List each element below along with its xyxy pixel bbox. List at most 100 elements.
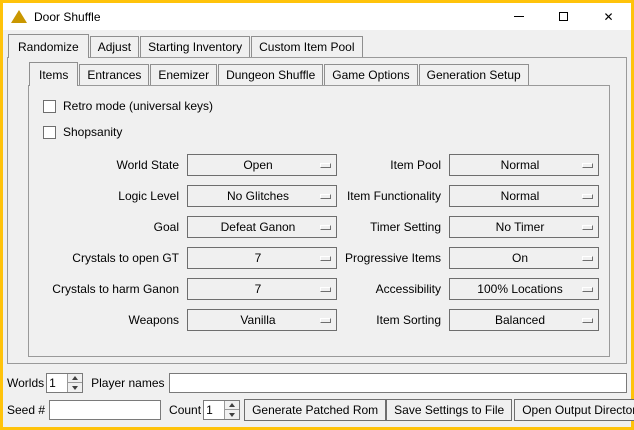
progressive-items-value: On: [450, 251, 598, 265]
timer-setting-value: No Timer: [450, 220, 598, 234]
count-up-arrow-icon[interactable]: [224, 401, 239, 410]
item-sorting-value: Balanced: [450, 313, 598, 327]
seed-row: Seed # Count Generate Patched Rom Save S…: [7, 399, 627, 421]
tab-custom-item-pool[interactable]: Custom Item Pool: [251, 36, 362, 57]
item-functionality-dropdown[interactable]: Normal: [449, 185, 599, 207]
weapons-dropdown[interactable]: Vanilla: [187, 309, 337, 331]
close-icon: ✕: [603, 11, 613, 23]
seed-label: Seed #: [7, 403, 45, 417]
item-pool-label: Item Pool: [337, 158, 449, 172]
save-settings-button[interactable]: Save Settings to File: [386, 399, 512, 421]
item-pool-value: Normal: [450, 158, 598, 172]
randomize-panel: Items Entrances Enemizer Dungeon Shuffle…: [7, 57, 627, 364]
worlds-spinbox[interactable]: [46, 373, 83, 393]
worlds-up-arrow-icon[interactable]: [67, 374, 82, 383]
sub-tab-bar: Items Entrances Enemizer Dungeon Shuffle…: [28, 62, 610, 85]
accessibility-value: 100% Locations: [450, 282, 598, 296]
weapons-value: Vanilla: [188, 313, 336, 327]
generate-patched-rom-button[interactable]: Generate Patched Rom: [244, 399, 386, 421]
item-functionality-label: Item Functionality: [337, 189, 449, 203]
accessibility-label: Accessibility: [337, 282, 449, 296]
count-down-arrow-icon[interactable]: [224, 410, 239, 419]
accessibility-dropdown[interactable]: 100% Locations: [449, 278, 599, 300]
item-pool-dropdown[interactable]: Normal: [449, 154, 599, 176]
goal-dropdown[interactable]: Defeat Ganon: [187, 216, 337, 238]
open-output-directory-button[interactable]: Open Output Directory: [514, 399, 634, 421]
shopsanity-checkbox[interactable]: Shopsanity: [43, 120, 601, 144]
shopsanity-checkbox-box[interactable]: [43, 126, 56, 139]
door-shuffle-window: Door Shuffle ✕ Randomize Adjust Starting…: [0, 0, 634, 430]
count-label: Count: [169, 403, 201, 417]
tab-enemizer[interactable]: Enemizer: [150, 64, 217, 85]
maximize-icon: [559, 12, 568, 21]
logic-level-label: Logic Level: [37, 189, 187, 203]
progressive-items-dropdown[interactable]: On: [449, 247, 599, 269]
world-state-value: Open: [188, 158, 336, 172]
dropdown-indicator-icon: [320, 287, 331, 292]
maximize-button[interactable]: [541, 3, 586, 30]
window-controls: ✕: [496, 3, 631, 30]
logic-level-dropdown[interactable]: No Glitches: [187, 185, 337, 207]
tab-game-options[interactable]: Game Options: [324, 64, 417, 85]
crystals-harm-ganon-dropdown[interactable]: 7: [187, 278, 337, 300]
tab-entrances[interactable]: Entrances: [79, 64, 149, 85]
tab-generation-setup[interactable]: Generation Setup: [419, 64, 529, 85]
progressive-items-label: Progressive Items: [337, 251, 449, 265]
count-spinbox[interactable]: [203, 400, 240, 420]
main-tab-bar: Randomize Adjust Starting Inventory Cust…: [7, 34, 627, 57]
dropdown-indicator-icon: [582, 194, 593, 199]
worlds-label: Worlds: [7, 376, 44, 390]
window-title: Door Shuffle: [34, 10, 101, 24]
crystals-open-gt-value: 7: [188, 251, 336, 265]
dropdown-indicator-icon: [582, 163, 593, 168]
timer-setting-label: Timer Setting: [337, 220, 449, 234]
goal-value: Defeat Ganon: [188, 220, 336, 234]
world-state-dropdown[interactable]: Open: [187, 154, 337, 176]
window-content: Randomize Adjust Starting Inventory Cust…: [3, 30, 631, 427]
world-state-label: World State: [37, 158, 187, 172]
count-input[interactable]: [204, 401, 224, 419]
close-button[interactable]: ✕: [586, 3, 631, 30]
timer-setting-dropdown[interactable]: No Timer: [449, 216, 599, 238]
goal-label: Goal: [37, 220, 187, 234]
worlds-spin-buttons: [67, 374, 82, 392]
crystals-harm-ganon-label: Crystals to harm Ganon: [37, 282, 187, 296]
tab-starting-inventory[interactable]: Starting Inventory: [140, 36, 250, 57]
retro-mode-checkbox[interactable]: Retro mode (universal keys): [43, 94, 601, 118]
bottom-controls: Worlds Player names Seed # Count: [7, 372, 627, 421]
minimize-button[interactable]: [496, 3, 541, 30]
dropdown-indicator-icon: [582, 256, 593, 261]
dropdown-indicator-icon: [320, 163, 331, 168]
worlds-down-arrow-icon[interactable]: [67, 383, 82, 392]
crystals-open-gt-label: Crystals to open GT: [37, 251, 187, 265]
player-names-label: Player names: [91, 376, 164, 390]
worlds-input[interactable]: [47, 374, 67, 392]
item-sorting-dropdown[interactable]: Balanced: [449, 309, 599, 331]
crystals-open-gt-dropdown[interactable]: 7: [187, 247, 337, 269]
title-bar: Door Shuffle ✕: [3, 3, 631, 30]
tab-randomize[interactable]: Randomize: [8, 34, 89, 58]
worlds-row: Worlds Player names: [7, 372, 627, 394]
tab-adjust[interactable]: Adjust: [90, 36, 139, 57]
minimize-icon: [514, 16, 524, 17]
count-spin-buttons: [224, 401, 239, 419]
item-sorting-label: Item Sorting: [337, 313, 449, 327]
retro-mode-label: Retro mode (universal keys): [63, 99, 213, 113]
app-icon: [11, 10, 27, 23]
dropdown-indicator-icon: [320, 318, 331, 323]
tab-items[interactable]: Items: [29, 62, 78, 86]
options-grid: World State Open Item Pool Normal Logic …: [37, 154, 601, 331]
dropdown-indicator-icon: [320, 256, 331, 261]
dropdown-indicator-icon: [582, 287, 593, 292]
logic-level-value: No Glitches: [188, 189, 336, 203]
item-functionality-value: Normal: [450, 189, 598, 203]
retro-mode-checkbox-box[interactable]: [43, 100, 56, 113]
dropdown-indicator-icon: [320, 225, 331, 230]
crystals-harm-ganon-value: 7: [188, 282, 336, 296]
seed-input[interactable]: [49, 400, 161, 420]
tab-dungeon-shuffle[interactable]: Dungeon Shuffle: [218, 64, 323, 85]
dropdown-indicator-icon: [582, 225, 593, 230]
items-panel: Retro mode (universal keys) Shopsanity W…: [28, 85, 610, 357]
shopsanity-label: Shopsanity: [63, 125, 122, 139]
player-names-input[interactable]: [169, 373, 628, 393]
